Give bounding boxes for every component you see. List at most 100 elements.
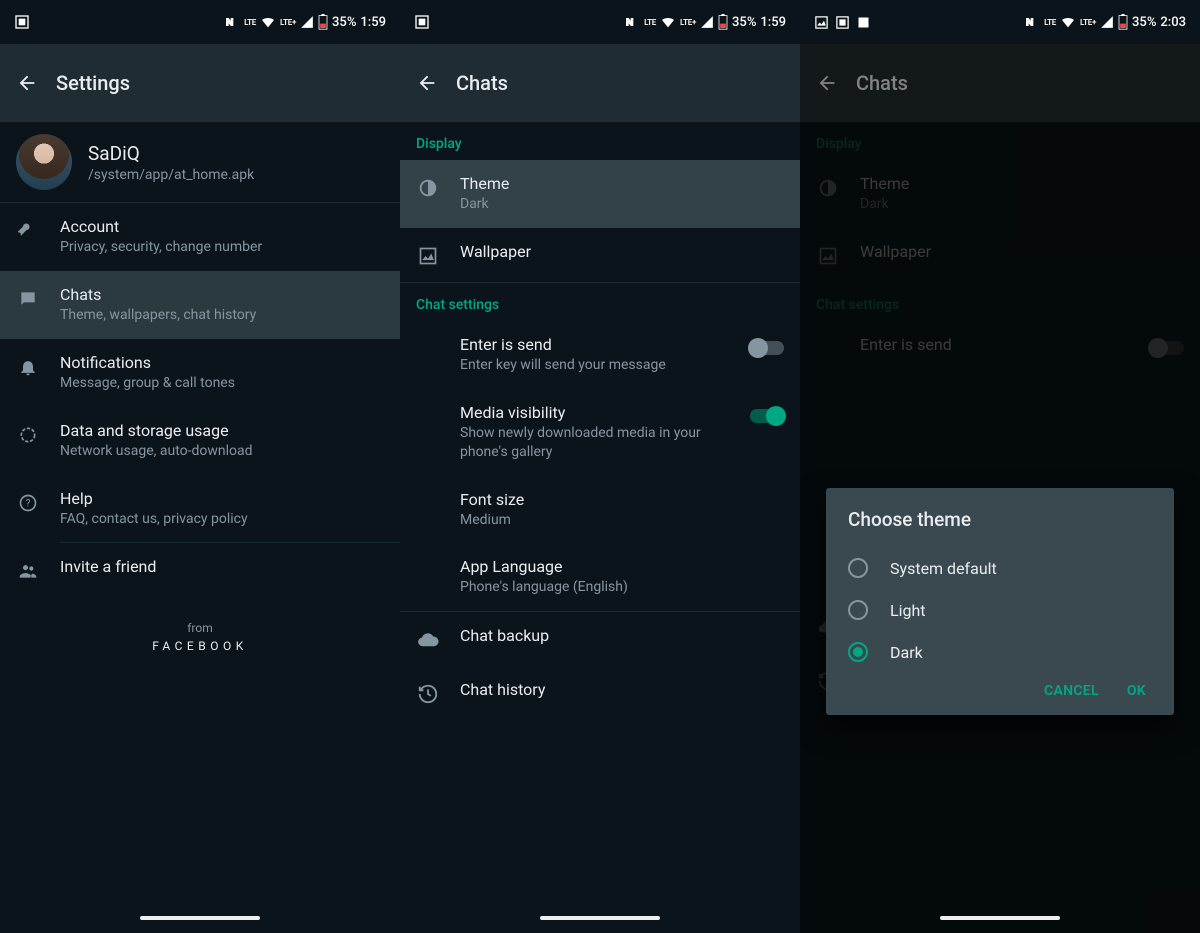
radio-label: System default	[890, 559, 997, 578]
radio-icon	[848, 558, 868, 578]
gesture-bar	[800, 903, 1200, 933]
volte-icon	[1024, 16, 1040, 28]
item-title: Chat backup	[460, 626, 784, 645]
battery-percent: 35%	[332, 15, 356, 30]
item-sub: Network usage, auto-download	[60, 442, 384, 461]
footer-from: from	[0, 621, 400, 635]
settings-item-chats[interactable]: Chats Theme, wallpapers, chat history	[0, 271, 400, 339]
theme-option-light[interactable]: Light	[848, 589, 1152, 631]
page-title: Chats	[856, 71, 908, 95]
cancel-button[interactable]: CANCEL	[1044, 683, 1099, 699]
clock: 1:59	[760, 15, 786, 30]
chats-item-wallpaper[interactable]: Wallpaper	[400, 228, 800, 282]
app-bar: Chats	[400, 44, 800, 122]
toggle-media-visibility[interactable]	[750, 409, 784, 423]
item-sub: Enter key will send your message	[460, 356, 730, 375]
network-label-lte: LTE	[644, 18, 656, 27]
people-icon	[16, 559, 40, 583]
item-title: Help	[60, 489, 384, 508]
volte-icon	[224, 16, 240, 28]
settings-item-account[interactable]: Account Privacy, security, change number	[0, 203, 400, 271]
toggle-enter-send[interactable]	[750, 341, 784, 355]
item-sub: Privacy, security, change number	[60, 238, 384, 257]
theme-option-system[interactable]: System default	[848, 547, 1152, 589]
app-bar: Chats	[800, 44, 1200, 122]
profile-row[interactable]: SaDiQ /system/app/at_home.apk	[0, 122, 400, 202]
theme-option-dark[interactable]: Dark	[848, 631, 1152, 673]
key-icon	[16, 219, 40, 243]
clock: 2:03	[1160, 15, 1186, 30]
radio-label: Light	[890, 601, 926, 620]
item-title: Data and storage usage	[60, 421, 384, 440]
item-title: Theme	[460, 174, 784, 193]
item-title: Invite a friend	[60, 557, 384, 576]
item-sub: Dark	[460, 195, 784, 214]
signal-icon	[700, 16, 714, 28]
chats-item-media-visibility[interactable]: Media visibility Show newly downloaded m…	[400, 389, 800, 476]
item-title: Enter is send	[460, 335, 730, 354]
wifi-icon	[1060, 16, 1076, 28]
network-label-lte: LTE	[244, 18, 256, 27]
item-sub: Theme, wallpapers, chat history	[60, 306, 384, 325]
item-title: App Language	[460, 557, 784, 576]
wifi-icon	[260, 16, 276, 28]
battery-icon	[718, 14, 728, 30]
settings-item-data[interactable]: Data and storage usage Network usage, au…	[0, 407, 400, 475]
item-title: Chats	[60, 285, 384, 304]
chats-item-language[interactable]: App Language Phone's language (English)	[400, 543, 800, 611]
network-label-lteplus: LTE+	[280, 18, 296, 27]
status-screenshot-icon	[414, 14, 430, 30]
item-sub: Phone's language (English)	[460, 578, 784, 597]
item-sub: Show newly downloaded media in your phon…	[460, 424, 730, 462]
status-bar: LTE LTE+ 35% 2:03	[800, 0, 1200, 44]
item-title: Account	[60, 217, 384, 236]
status-bar: LTE LTE+ 35% 1:59	[400, 0, 800, 44]
network-label-lte: LTE	[1044, 18, 1056, 27]
battery-percent: 35%	[1132, 15, 1156, 30]
gesture-bar	[400, 903, 800, 933]
back-icon[interactable]	[816, 72, 838, 94]
back-icon[interactable]	[16, 72, 38, 94]
item-title: Media visibility	[460, 403, 730, 422]
volte-icon	[624, 16, 640, 28]
dialog-title: Choose theme	[848, 508, 1152, 531]
signal-icon	[300, 16, 314, 28]
gesture-bar	[0, 903, 400, 933]
screenshot-chats: LTE LTE+ 35% 1:59 Chats Display Theme Da…	[400, 0, 800, 933]
item-sub: Message, group & call tones	[60, 374, 384, 393]
chats-item-history[interactable]: Chat history	[400, 666, 800, 720]
section-chat-settings: Chat settings	[400, 283, 800, 321]
bell-icon	[16, 355, 40, 379]
section-display: Display	[400, 122, 800, 160]
clock: 1:59	[360, 15, 386, 30]
chats-item-backup[interactable]: Chat backup	[400, 612, 800, 666]
footer-brand: FACEBOOK	[0, 639, 400, 653]
settings-item-notifications[interactable]: Notifications Message, group & call tone…	[0, 339, 400, 407]
back-icon[interactable]	[416, 72, 438, 94]
chats-item-enter-send[interactable]: Enter is send Enter key will send your m…	[400, 321, 800, 389]
network-label-lteplus: LTE+	[680, 18, 696, 27]
screenshot-settings: LTE LTE+ 35% 1:59 Settings SaDiQ /system…	[0, 0, 400, 933]
status-screenshot-icon	[14, 14, 30, 30]
svg-text:?: ?	[26, 498, 31, 509]
battery-percent: 35%	[732, 15, 756, 30]
chat-icon	[16, 287, 40, 311]
chats-item-font-size[interactable]: Font size Medium	[400, 476, 800, 544]
wallpaper-icon	[416, 244, 440, 268]
item-sub: Medium	[460, 511, 784, 530]
theme-icon	[416, 176, 440, 200]
item-title: Chat history	[460, 680, 784, 699]
status-app-icon	[856, 15, 871, 30]
battery-icon	[318, 14, 328, 30]
history-icon	[416, 682, 440, 706]
item-title: Font size	[460, 490, 784, 509]
radio-icon	[848, 600, 868, 620]
ok-button[interactable]: OK	[1127, 683, 1146, 699]
page-title: Settings	[56, 71, 130, 95]
footer-attribution: from FACEBOOK	[0, 621, 400, 653]
page-title: Chats	[456, 71, 508, 95]
chats-item-theme[interactable]: Theme Dark	[400, 160, 800, 228]
settings-item-invite[interactable]: Invite a friend	[0, 543, 400, 597]
settings-item-help[interactable]: ? Help FAQ, contact us, privacy policy	[0, 475, 400, 543]
signal-icon	[1100, 16, 1114, 28]
